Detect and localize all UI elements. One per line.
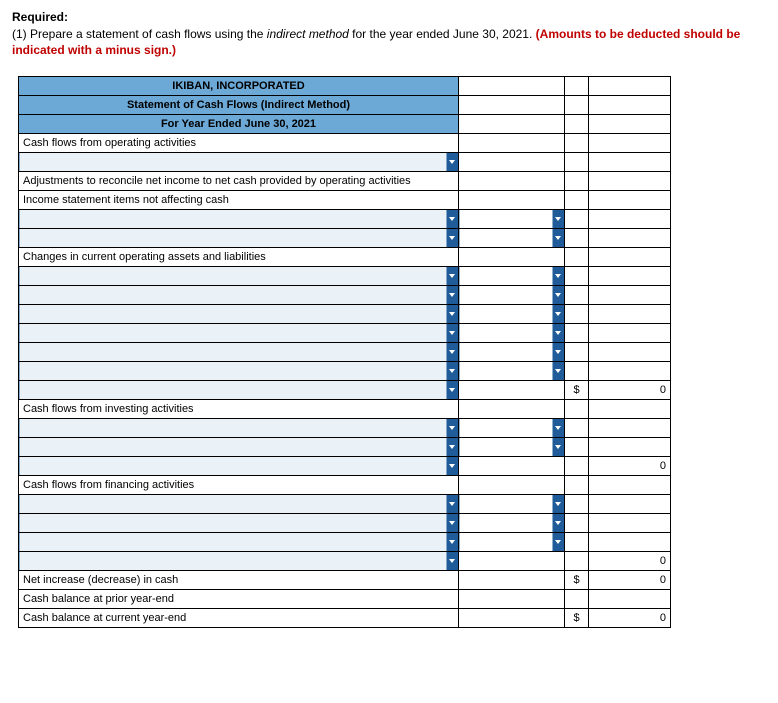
label-changes: Changes in current operating assets and … [19,248,459,267]
input-adj1-desc[interactable] [19,210,459,229]
net-increase-amt: 0 [589,571,671,590]
required-label: Required: [12,10,766,24]
input-net-income-sym[interactable] [565,153,589,172]
input-inv2-desc[interactable] [19,438,459,457]
input-fin1-amt[interactable] [459,495,565,514]
cash-flow-table: IKIBAN, INCORPORATED Statement of Cash F… [18,76,671,628]
input-fin-total-desc[interactable] [19,552,459,571]
label-income-items: Income statement items not affecting cas… [19,191,459,210]
input-op-total-desc[interactable] [19,381,459,400]
input-chg2-amt[interactable] [459,286,565,305]
op-total-amt: 0 [589,381,671,400]
cash-prior-sym[interactable] [565,590,589,609]
label-cf-financing: Cash flows from financing activities [19,476,459,495]
input-fin2-amt[interactable] [459,514,565,533]
input-net-income-desc[interactable] [19,153,459,172]
header-period: For Year Ended June 30, 2021 [19,115,459,134]
fin-total-amt: 0 [589,552,671,571]
input-chg1-amt[interactable] [459,267,565,286]
inv-total-amt: 0 [589,457,671,476]
input-chg2-desc[interactable] [19,286,459,305]
input-chg4-amt[interactable] [459,324,565,343]
input-chg6-amt[interactable] [459,362,565,381]
label-cash-prior: Cash balance at prior year-end [19,590,459,609]
instr-b: for the year ended June 30, 2021. [349,27,536,41]
input-chg5-amt[interactable] [459,343,565,362]
header-company: IKIBAN, INCORPORATED [19,77,459,96]
instr-prefix: (1) [12,27,30,41]
instr-italic: indirect method [267,27,349,41]
cash-current-amt: 0 [589,609,671,628]
input-chg5-desc[interactable] [19,343,459,362]
input-chg4-desc[interactable] [19,324,459,343]
label-adjustments: Adjustments to reconcile net income to n… [19,172,459,191]
input-fin3-amt[interactable] [459,533,565,552]
input-adj2-desc[interactable] [19,229,459,248]
input-fin1-desc[interactable] [19,495,459,514]
instr-a: Prepare a statement of cash flows using … [30,27,267,41]
label-net-increase: Net increase (decrease) in cash [19,571,459,590]
input-chg6-desc[interactable] [19,362,459,381]
inv-total-sym [565,457,589,476]
instruction-text: (1) Prepare a statement of cash flows us… [12,26,766,58]
fin-total-sym [565,552,589,571]
input-chg3-desc[interactable] [19,305,459,324]
input-inv2-amt[interactable] [459,438,565,457]
label-cf-investing: Cash flows from investing activities [19,400,459,419]
input-fin3-desc[interactable] [19,533,459,552]
header-title: Statement of Cash Flows (Indirect Method… [19,96,459,115]
input-net-income-amt[interactable] [589,153,671,172]
input-chg3-amt[interactable] [459,305,565,324]
input-inv1-amt[interactable] [459,419,565,438]
input-adj2-amt[interactable] [459,229,565,248]
net-increase-sym: $ [565,571,589,590]
op-total-sym: $ [565,381,589,400]
input-inv1-desc[interactable] [19,419,459,438]
cash-prior-amt[interactable] [589,590,671,609]
cash-current-sym: $ [565,609,589,628]
input-inv-total-desc[interactable] [19,457,459,476]
label-cash-current: Cash balance at current year-end [19,609,459,628]
input-chg1-desc[interactable] [19,267,459,286]
input-fin2-desc[interactable] [19,514,459,533]
label-cf-operating: Cash flows from operating activities [19,134,459,153]
input-adj1-amt[interactable] [459,210,565,229]
